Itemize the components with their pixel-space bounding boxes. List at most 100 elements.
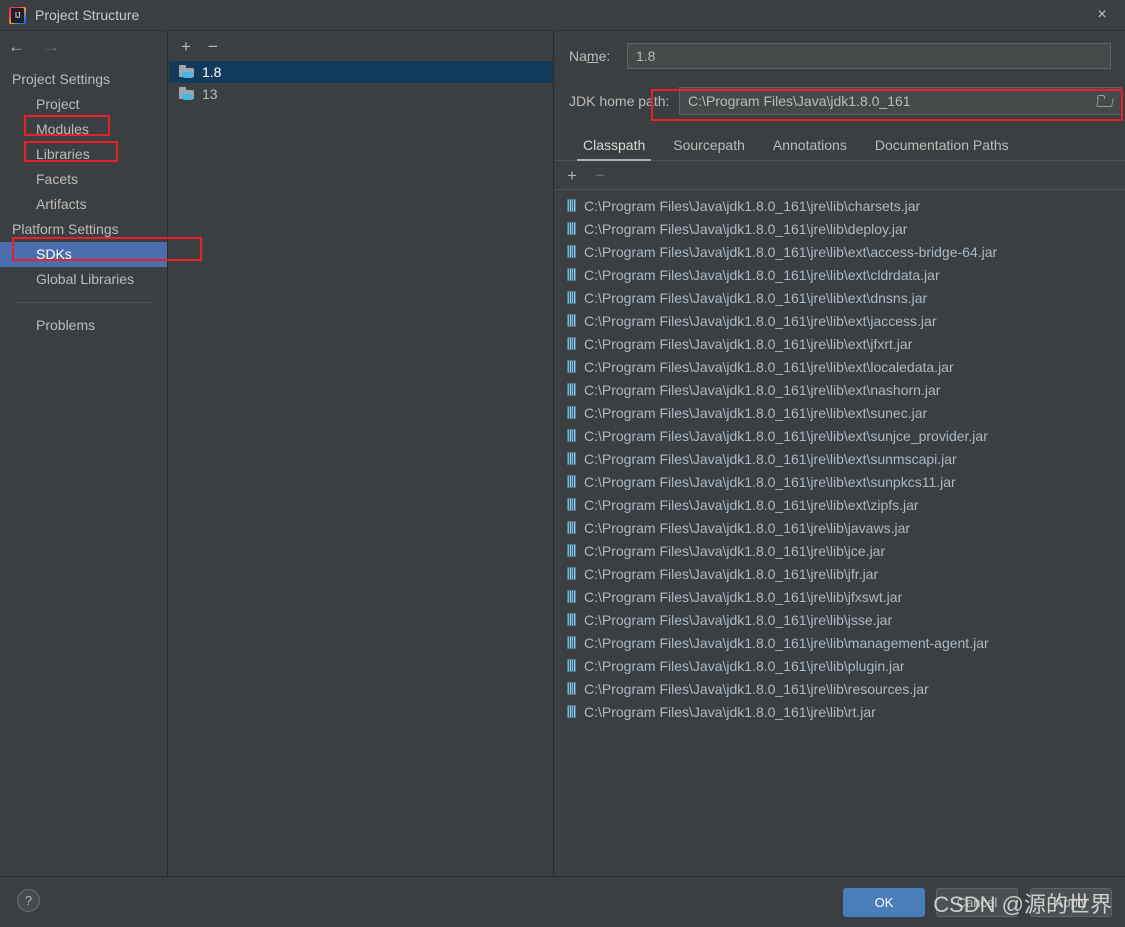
- tab-sourcepath[interactable]: Sourcepath: [659, 137, 759, 160]
- classpath-row[interactable]: C:\Program Files\Java\jdk1.8.0_161\jre\l…: [555, 194, 1125, 217]
- jdk-home-path-label: JDK home path:: [569, 93, 670, 109]
- remove-classpath-button[interactable]: −: [595, 167, 605, 184]
- jar-file-icon: [567, 452, 576, 465]
- classpath-row[interactable]: C:\Program Files\Java\jdk1.8.0_161\jre\l…: [555, 401, 1125, 424]
- list-item[interactable]: 13: [169, 83, 553, 105]
- folder-browse-icon[interactable]: [1096, 94, 1114, 108]
- sidebar-item-project[interactable]: Project: [0, 92, 167, 117]
- list-item[interactable]: 1.8: [169, 61, 553, 83]
- classpath-entry-path: C:\Program Files\Java\jdk1.8.0_161\jre\l…: [584, 289, 928, 306]
- classpath-entry-path: C:\Program Files\Java\jdk1.8.0_161\jre\l…: [584, 680, 929, 697]
- jar-file-icon: [567, 314, 576, 327]
- classpath-entry-path: C:\Program Files\Java\jdk1.8.0_161\jre\l…: [584, 703, 876, 720]
- classpath-entry-path: C:\Program Files\Java\jdk1.8.0_161\jre\l…: [584, 335, 913, 352]
- sdk-label: 13: [202, 86, 218, 102]
- jar-file-icon: [567, 705, 576, 718]
- classpath-row[interactable]: C:\Program Files\Java\jdk1.8.0_161\jre\l…: [555, 240, 1125, 263]
- settings-sidebar: ← → Project Settings Project Modules Lib…: [0, 31, 168, 876]
- jdk-home-path-input[interactable]: C:\Program Files\Java\jdk1.8.0_161: [679, 87, 1122, 115]
- classpath-row[interactable]: C:\Program Files\Java\jdk1.8.0_161\jre\l…: [555, 309, 1125, 332]
- classpath-row[interactable]: C:\Program Files\Java\jdk1.8.0_161\jre\l…: [555, 654, 1125, 677]
- classpath-row[interactable]: C:\Program Files\Java\jdk1.8.0_161\jre\l…: [555, 424, 1125, 447]
- close-icon[interactable]: ×: [1079, 0, 1125, 30]
- classpath-entry-path: C:\Program Files\Java\jdk1.8.0_161\jre\l…: [584, 197, 921, 214]
- classpath-row[interactable]: C:\Program Files\Java\jdk1.8.0_161\jre\l…: [555, 355, 1125, 378]
- tab-documentation-paths[interactable]: Documentation Paths: [861, 137, 1023, 160]
- ok-button[interactable]: OK: [843, 888, 925, 917]
- jar-file-icon: [567, 429, 576, 442]
- jar-file-icon: [567, 383, 576, 396]
- sdk-label: 1.8: [202, 64, 222, 80]
- classpath-entry-path: C:\Program Files\Java\jdk1.8.0_161\jre\l…: [584, 381, 941, 398]
- navigation-arrows: ← →: [0, 31, 167, 61]
- classpath-entry-path: C:\Program Files\Java\jdk1.8.0_161\jre\l…: [584, 496, 919, 513]
- classpath-entry-path: C:\Program Files\Java\jdk1.8.0_161\jre\l…: [584, 634, 989, 651]
- sdk-tabs: Classpath Sourcepath Annotations Documen…: [555, 131, 1125, 161]
- sdk-list-panel: + − 1.8 13: [169, 31, 554, 876]
- sdk-name-input[interactable]: 1.8: [627, 43, 1111, 69]
- jdk-home-path-row: JDK home path: C:\Program Files\Java\jdk…: [555, 87, 1125, 115]
- dialog-footer: ? OK Cancel Apply CSDN @源的世界: [0, 876, 1125, 927]
- sidebar-item-artifacts[interactable]: Artifacts: [0, 192, 167, 217]
- classpath-row[interactable]: C:\Program Files\Java\jdk1.8.0_161\jre\l…: [555, 562, 1125, 585]
- java-sdk-folder-icon: [179, 87, 195, 101]
- jar-file-icon: [567, 406, 576, 419]
- sidebar-item-sdks[interactable]: SDKs: [0, 242, 167, 267]
- back-arrow-icon[interactable]: ←: [8, 38, 25, 55]
- title-bar: IJ Project Structure ×: [0, 0, 1125, 31]
- classpath-row[interactable]: C:\Program Files\Java\jdk1.8.0_161\jre\l…: [555, 493, 1125, 516]
- jar-file-icon: [567, 222, 576, 235]
- sidebar-item-global-libraries[interactable]: Global Libraries: [0, 267, 167, 292]
- jar-file-icon: [567, 360, 576, 373]
- help-button[interactable]: ?: [17, 889, 40, 912]
- classpath-entry-path: C:\Program Files\Java\jdk1.8.0_161\jre\l…: [584, 450, 957, 467]
- jar-file-icon: [567, 475, 576, 488]
- project-structure-dialog: IJ Project Structure × ← → Project Setti…: [0, 0, 1125, 927]
- classpath-entry-path: C:\Program Files\Java\jdk1.8.0_161\jre\l…: [584, 657, 905, 674]
- nav-group-project-settings: Project Settings: [12, 71, 111, 87]
- classpath-row[interactable]: C:\Program Files\Java\jdk1.8.0_161\jre\l…: [555, 447, 1125, 470]
- jar-file-icon: [567, 199, 576, 212]
- classpath-row[interactable]: C:\Program Files\Java\jdk1.8.0_161\jre\l…: [555, 539, 1125, 562]
- sdk-detail-panel: Name: 1.8 JDK home path: C:\Program File…: [555, 31, 1125, 876]
- classpath-row[interactable]: C:\Program Files\Java\jdk1.8.0_161\jre\l…: [555, 516, 1125, 539]
- apply-button[interactable]: Apply: [1030, 888, 1112, 917]
- add-classpath-button[interactable]: +: [567, 167, 577, 184]
- sidebar-item-modules[interactable]: Modules: [0, 117, 167, 142]
- classpath-row[interactable]: C:\Program Files\Java\jdk1.8.0_161\jre\l…: [555, 700, 1125, 723]
- sidebar-item-problems[interactable]: Problems: [0, 313, 167, 338]
- add-sdk-button[interactable]: +: [181, 38, 191, 55]
- classpath-row[interactable]: C:\Program Files\Java\jdk1.8.0_161\jre\l…: [555, 470, 1125, 493]
- classpath-entry-path: C:\Program Files\Java\jdk1.8.0_161\jre\l…: [584, 220, 908, 237]
- tab-classpath[interactable]: Classpath: [569, 137, 659, 161]
- classpath-row[interactable]: C:\Program Files\Java\jdk1.8.0_161\jre\l…: [555, 263, 1125, 286]
- tab-annotations[interactable]: Annotations: [759, 137, 861, 160]
- jar-file-icon: [567, 682, 576, 695]
- jar-file-icon: [567, 268, 576, 281]
- classpath-entry-path: C:\Program Files\Java\jdk1.8.0_161\jre\l…: [584, 358, 954, 375]
- cancel-button[interactable]: Cancel: [936, 888, 1018, 917]
- classpath-entry-path: C:\Program Files\Java\jdk1.8.0_161\jre\l…: [584, 427, 988, 444]
- classpath-entry-path: C:\Program Files\Java\jdk1.8.0_161\jre\l…: [584, 243, 998, 260]
- classpath-row[interactable]: C:\Program Files\Java\jdk1.8.0_161\jre\l…: [555, 677, 1125, 700]
- forward-arrow-icon[interactable]: →: [43, 38, 60, 55]
- classpath-row[interactable]: C:\Program Files\Java\jdk1.8.0_161\jre\l…: [555, 332, 1125, 355]
- jar-file-icon: [567, 337, 576, 350]
- classpath-toolbar: + −: [555, 161, 1125, 190]
- classpath-entry-path: C:\Program Files\Java\jdk1.8.0_161\jre\l…: [584, 312, 937, 329]
- remove-sdk-button[interactable]: −: [208, 38, 218, 55]
- intellij-idea-logo-icon: IJ: [9, 6, 26, 24]
- classpath-row[interactable]: C:\Program Files\Java\jdk1.8.0_161\jre\l…: [555, 585, 1125, 608]
- sidebar-item-libraries[interactable]: Libraries: [0, 142, 167, 167]
- sidebar-item-facets[interactable]: Facets: [0, 167, 167, 192]
- name-field-row: Name: 1.8: [555, 43, 1125, 69]
- classpath-row[interactable]: C:\Program Files\Java\jdk1.8.0_161\jre\l…: [555, 217, 1125, 240]
- classpath-entry-path: C:\Program Files\Java\jdk1.8.0_161\jre\l…: [584, 565, 879, 582]
- classpath-row[interactable]: C:\Program Files\Java\jdk1.8.0_161\jre\l…: [555, 378, 1125, 401]
- classpath-row[interactable]: C:\Program Files\Java\jdk1.8.0_161\jre\l…: [555, 608, 1125, 631]
- classpath-row[interactable]: C:\Program Files\Java\jdk1.8.0_161\jre\l…: [555, 286, 1125, 309]
- jar-file-icon: [567, 567, 576, 580]
- classpath-list: C:\Program Files\Java\jdk1.8.0_161\jre\l…: [555, 190, 1125, 723]
- sdk-list: 1.8 13: [169, 61, 553, 105]
- classpath-row[interactable]: C:\Program Files\Java\jdk1.8.0_161\jre\l…: [555, 631, 1125, 654]
